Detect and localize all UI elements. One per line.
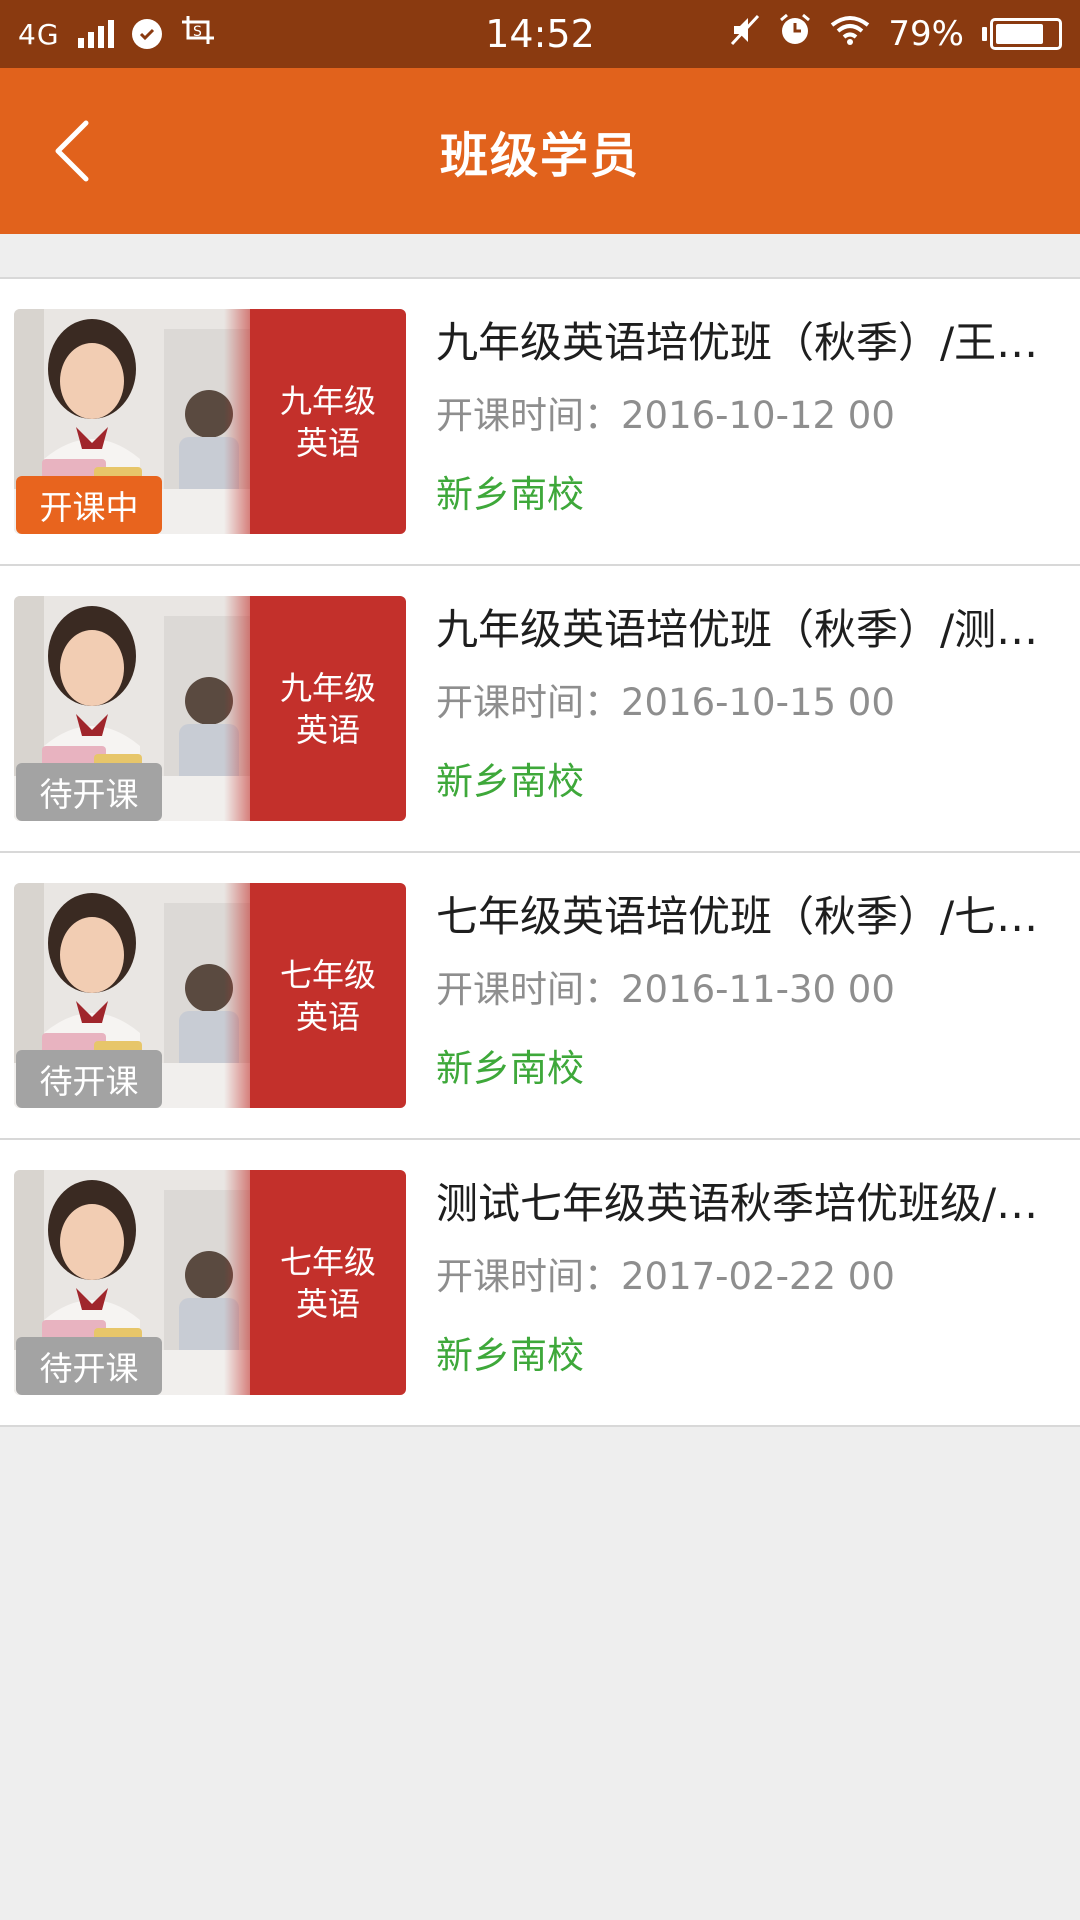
- class-title: 七年级英语培优班（秋季）/七…: [436, 892, 1039, 941]
- svg-text:S: S: [193, 24, 202, 40]
- battery-percent: 79%: [888, 14, 964, 54]
- alarm-icon: [778, 13, 812, 56]
- thumbnail-label-panel: 七年级 英语: [250, 883, 406, 1108]
- class-school: 新乡南校: [436, 760, 584, 803]
- thumbnail-subject: 英语: [295, 997, 360, 1036]
- class-school: 新乡南校: [436, 473, 584, 516]
- wifi-icon: [830, 14, 870, 54]
- class-title: 测试七年级英语秋季培优班级/…: [436, 1179, 1039, 1228]
- class-info: 七年级英语培优班（秋季）/七… 开课时间：2016-11-30 00 新乡南校: [436, 889, 1080, 1092]
- class-thumbnail: 九年级 英语 开课中: [14, 309, 406, 534]
- class-list: 九年级 英语 开课中 九年级英语培优班（秋季）/王… 开课时间：2016-10-…: [0, 277, 1080, 1427]
- status-left: 4G S: [18, 14, 216, 55]
- class-start-time: 开课时间：2017-02-22 00: [436, 1255, 895, 1298]
- thumbnail-label-panel: 七年级 英语: [250, 1170, 406, 1395]
- check-circle-icon: [131, 19, 162, 49]
- chevron-left-icon: [55, 120, 89, 182]
- class-status-badge: 开课中: [16, 476, 162, 534]
- status-right: 79%: [730, 13, 1062, 56]
- class-list-item[interactable]: 九年级 英语 开课中 九年级英语培优班（秋季）/王… 开课时间：2016-10-…: [0, 279, 1080, 566]
- class-start-time: 开课时间：2016-11-30 00: [436, 968, 895, 1011]
- screenshot-icon: S: [180, 14, 216, 55]
- thumbnail-grade: 九年级: [279, 381, 376, 420]
- class-school: 新乡南校: [436, 1047, 584, 1090]
- class-status-badge: 待开课: [16, 763, 162, 821]
- class-start-time: 开课时间：2016-10-15 00: [436, 681, 895, 724]
- thumbnail-subject: 英语: [295, 710, 360, 749]
- class-status-badge: 待开课: [16, 1337, 162, 1395]
- mute-icon: [730, 14, 760, 55]
- class-thumbnail: 七年级 英语 待开课: [14, 1170, 406, 1395]
- class-info: 测试七年级英语秋季培优班级/… 开课时间：2017-02-22 00 新乡南校: [436, 1176, 1080, 1379]
- battery-icon: [982, 18, 1062, 50]
- class-start-time: 开课时间：2016-10-12 00: [436, 394, 895, 437]
- class-info: 九年级英语培优班（秋季）/测… 开课时间：2016-10-15 00 新乡南校: [436, 602, 1080, 805]
- class-thumbnail: 七年级 英语 待开课: [14, 883, 406, 1108]
- class-status-badge: 待开课: [16, 1050, 162, 1108]
- class-list-item[interactable]: 七年级 英语 待开课 七年级英语培优班（秋季）/七… 开课时间：2016-11-…: [0, 853, 1080, 1140]
- back-button[interactable]: [22, 101, 122, 201]
- class-info: 九年级英语培优班（秋季）/王… 开课时间：2016-10-12 00 新乡南校: [436, 315, 1080, 518]
- thumbnail-grade: 七年级: [279, 1242, 376, 1281]
- status-bar: 4G S 14:52 79%: [0, 0, 1080, 68]
- thumbnail-subject: 英语: [295, 423, 360, 462]
- signal-icon: [77, 20, 114, 48]
- app-header: 班级学员: [0, 68, 1080, 234]
- thumbnail-grade: 七年级: [279, 955, 376, 994]
- network-type: 4G: [18, 17, 60, 51]
- class-title: 九年级英语培优班（秋季）/王…: [436, 318, 1039, 367]
- class-title: 九年级英语培优班（秋季）/测…: [436, 605, 1039, 654]
- class-list-item[interactable]: 七年级 英语 待开课 测试七年级英语秋季培优班级/… 开课时间：2017-02-…: [0, 1140, 1080, 1427]
- page-title: 班级学员: [439, 128, 640, 184]
- thumbnail-label-panel: 九年级 英语: [250, 309, 406, 534]
- thumbnail-grade: 九年级: [279, 668, 376, 707]
- thumbnail-subject: 英语: [295, 1284, 360, 1323]
- class-school: 新乡南校: [436, 1334, 584, 1377]
- class-thumbnail: 九年级 英语 待开课: [14, 596, 406, 821]
- thumbnail-label-panel: 九年级 英语: [250, 596, 406, 821]
- class-list-item[interactable]: 九年级 英语 待开课 九年级英语培优班（秋季）/测… 开课时间：2016-10-…: [0, 566, 1080, 853]
